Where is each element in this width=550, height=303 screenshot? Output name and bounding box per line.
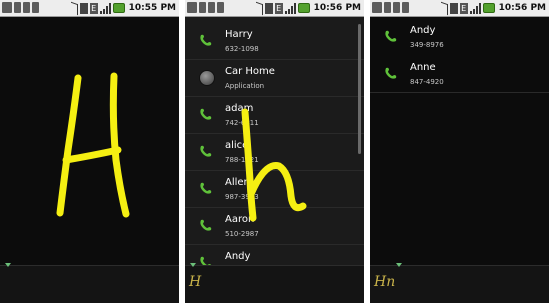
bluetooth-icon [440,1,448,15]
voicemail-icon [372,2,382,13]
contact-name: Anne [410,62,436,73]
gesture-filter-text: H [189,274,202,290]
sdcard-icon [402,2,409,13]
expand-arrow-icon[interactable] [396,263,402,267]
expand-arrow-icon[interactable] [190,263,196,267]
handwriting-letter-H[interactable] [0,0,179,303]
battery-icon [482,3,495,13]
contact-number: 847-4920 [410,78,444,86]
screen-3: E 10:56 PM Andy 349-8976 Anne 847-4920 H… [370,0,549,303]
phone-icon [385,30,397,42]
gesture-filter-bar: Hn [370,263,549,303]
contact-name: Andy [410,25,436,36]
expand-arrow-icon[interactable] [5,263,11,267]
list-item[interactable]: Andy 349-8976 [370,18,549,56]
usb-icon [393,2,400,13]
edge-icon: E [459,2,468,14]
notification-icons [372,2,409,14]
status-bar: E 10:56 PM [370,0,549,17]
download-icon [384,2,391,13]
gesture-filter-text: Hn [374,274,396,290]
handwriting-letter-n[interactable] [185,0,364,303]
gesture-filter-bar: H [185,263,364,303]
gesture-filter-bar [0,263,179,303]
phone-icon [385,67,397,79]
contact-number: 349-8976 [410,41,444,49]
wifi-icon [449,2,458,14]
status-time: 10:56 PM [498,3,546,13]
screen-1: E 10:55 PM [0,0,179,303]
signal-icon [469,2,481,14]
screen-2: E 10:56 PM Harry 632-1098 Car Home Appli… [185,0,364,303]
list-item[interactable]: Anne 847-4920 [370,55,549,93]
